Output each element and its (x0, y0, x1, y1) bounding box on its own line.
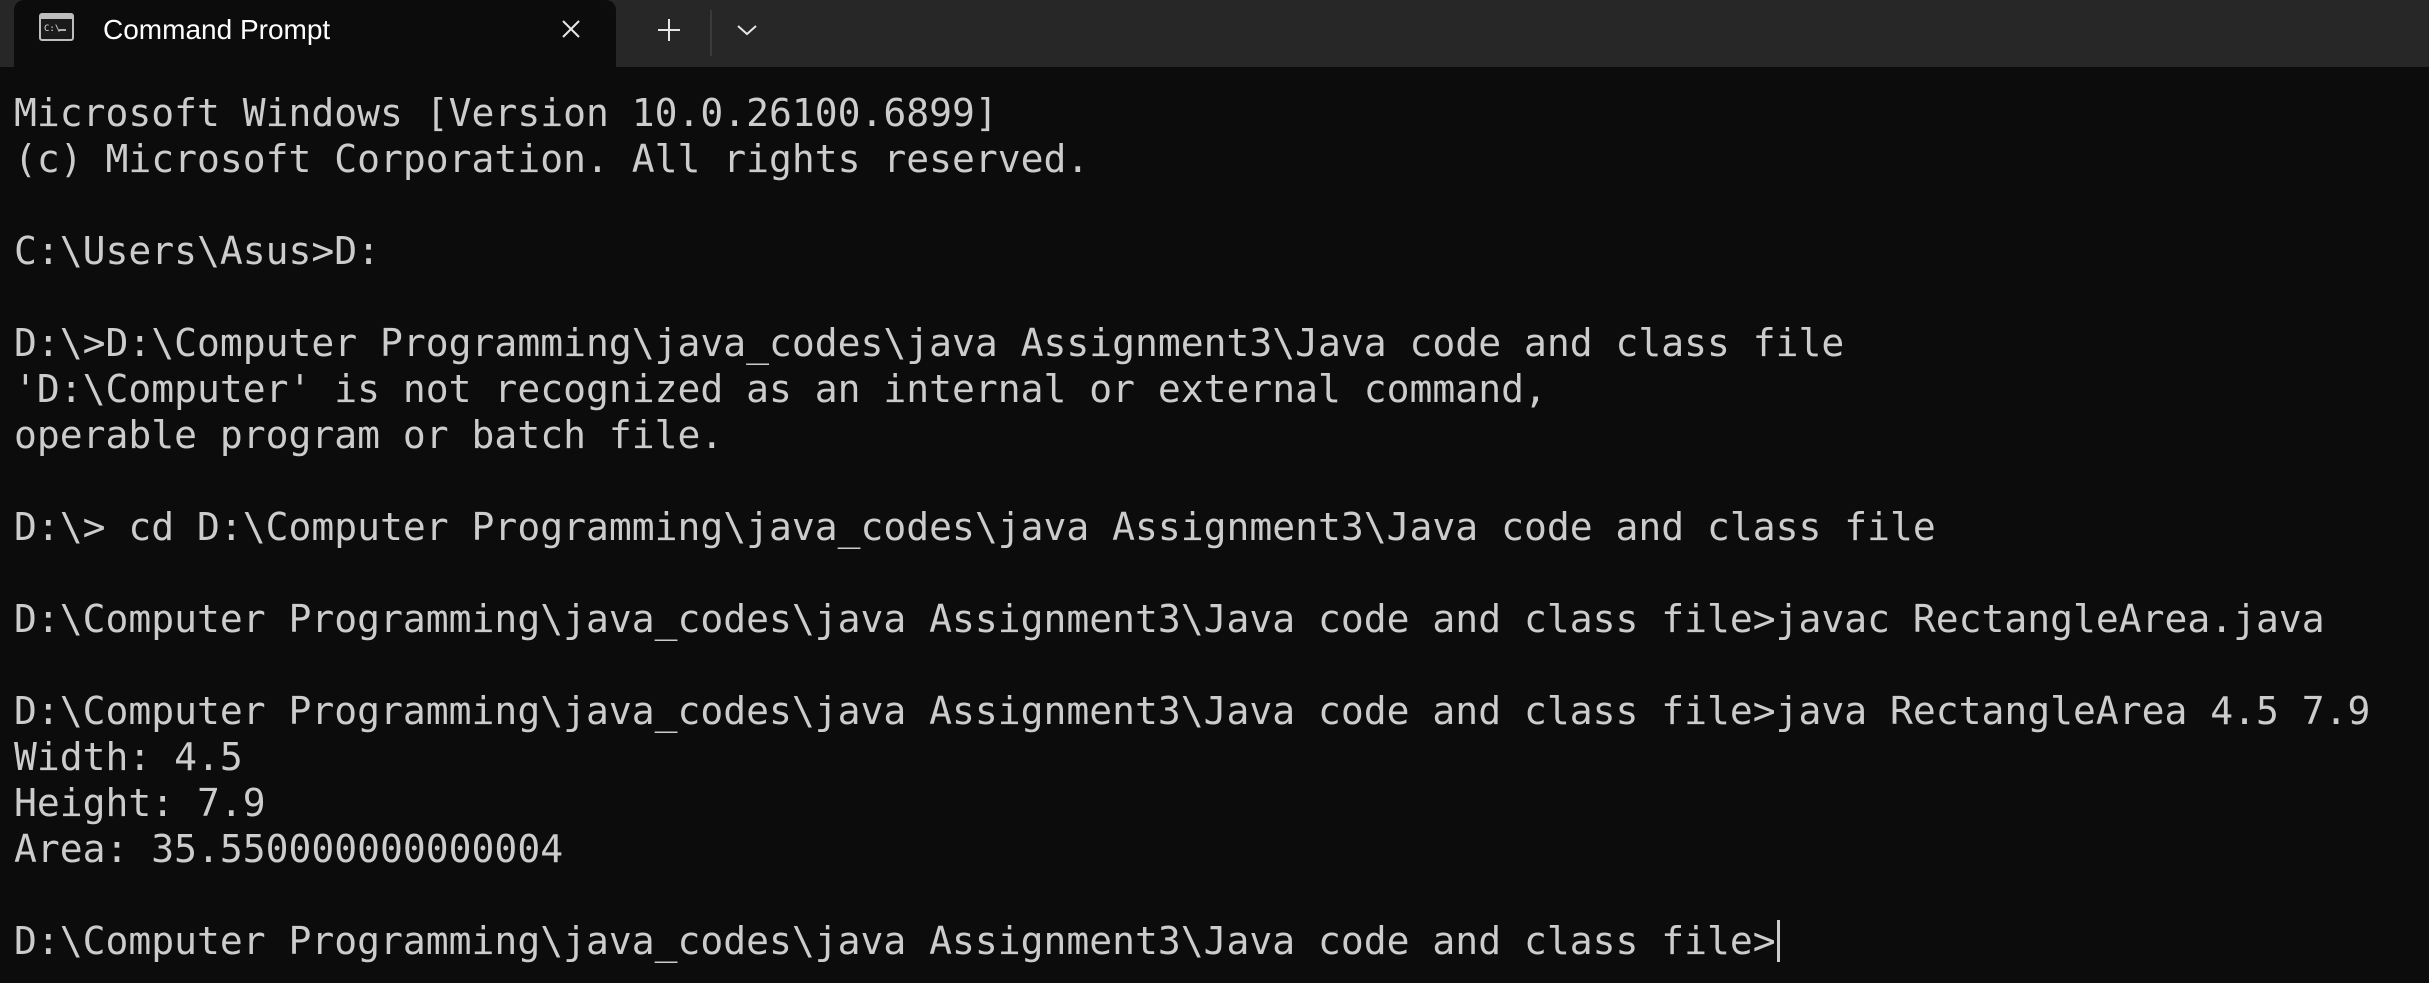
console-line: Height: 7.9 (14, 780, 2414, 826)
console-line: 'D:\Computer' is not recognized as an in… (14, 366, 2414, 412)
console-line-text: operable program or batch file. (14, 413, 724, 457)
console-line-text: (c) Microsoft Corporation. All rights re… (14, 137, 1090, 181)
tab-dropdown-button[interactable] (724, 10, 770, 50)
console-line-text: D:\Computer Programming\java_codes\java … (14, 597, 2325, 641)
terminal-window: C:\ Command Prompt Microsoft Windows [Ve… (0, 0, 2429, 983)
console-line: D:\Computer Programming\java_codes\java … (14, 688, 2414, 734)
console-line: Area: 35.550000000000004 (14, 826, 2414, 872)
console-line-text: D:\Computer Programming\java_codes\java … (14, 689, 2371, 733)
console-line: D:\Computer Programming\java_codes\java … (14, 918, 2414, 964)
console-line: D:\> cd D:\Computer Programming\java_cod… (14, 504, 2414, 550)
console-output[interactable]: Microsoft Windows [Version 10.0.26100.68… (14, 90, 2414, 970)
console-line-text: Area: 35.550000000000004 (14, 827, 564, 871)
close-icon (562, 20, 580, 38)
console-line-text: D:\> cd D:\Computer Programming\java_cod… (14, 505, 1936, 549)
tab-title: Command Prompt (103, 14, 331, 45)
title-bar: C:\ Command Prompt (0, 0, 2429, 67)
new-tab-button[interactable] (646, 10, 692, 50)
plus-icon (658, 19, 680, 41)
console-line: (c) Microsoft Corporation. All rights re… (14, 136, 2414, 182)
titlebar-divider (710, 10, 712, 56)
svg-text:C:\: C:\ (44, 24, 60, 34)
close-tab-button[interactable] (554, 12, 588, 46)
chevron-down-icon (737, 25, 757, 36)
console-line: D:\Computer Programming\java_codes\java … (14, 596, 2414, 642)
console-line: operable program or batch file. (14, 412, 2414, 458)
console-line-text: Height: 7.9 (14, 781, 266, 825)
console-line-text: C:\Users\Asus>D: (14, 229, 381, 273)
tab-command-prompt[interactable]: C:\ Command Prompt (14, 0, 616, 67)
console-line-text: Microsoft Windows [Version 10.0.26100.68… (14, 91, 998, 135)
console-line-text: D:\>D:\Computer Programming\java_codes\j… (14, 321, 1845, 365)
console-line-text: 'D:\Computer' is not recognized as an in… (14, 367, 1547, 411)
console-line-text: Width: 4.5 (14, 735, 243, 779)
cmd-terminal-icon: C:\ (39, 13, 74, 41)
console-line: C:\Users\Asus>D: (14, 228, 2414, 274)
console-line-text: D:\Computer Programming\java_codes\java … (14, 919, 1776, 963)
console-line: D:\>D:\Computer Programming\java_codes\j… (14, 320, 2414, 366)
console-line: Width: 4.5 (14, 734, 2414, 780)
console-line: Microsoft Windows [Version 10.0.26100.68… (14, 90, 2414, 136)
text-cursor (1776, 920, 1780, 962)
